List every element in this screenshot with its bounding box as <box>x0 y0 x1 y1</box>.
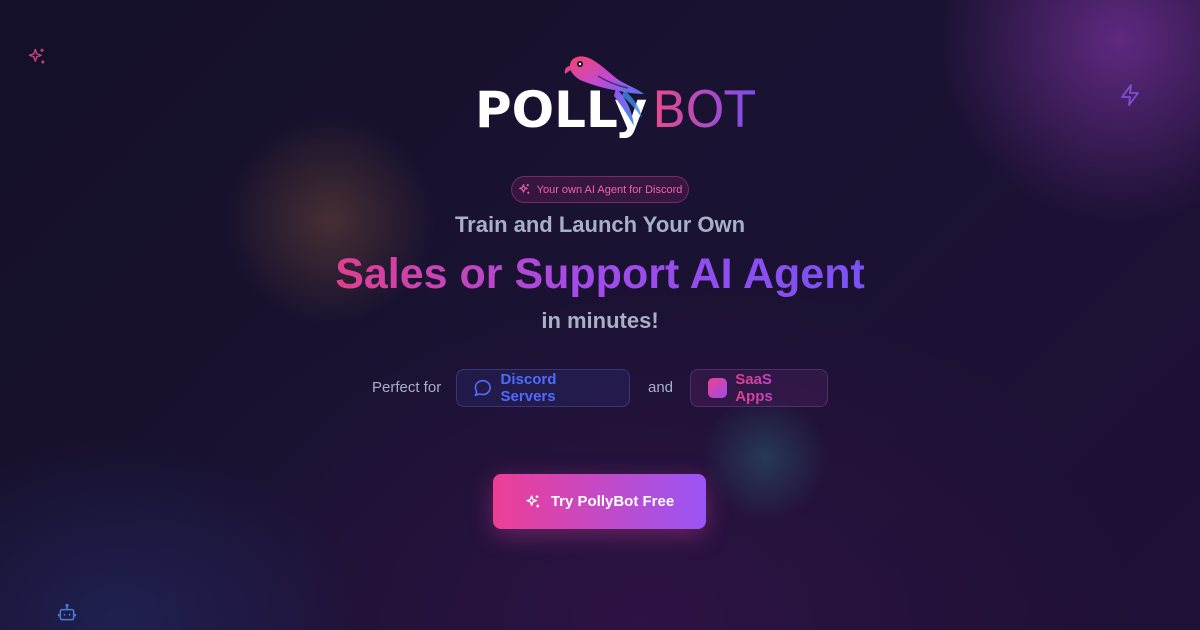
bot-icon <box>57 603 77 621</box>
sparkles-icon <box>518 184 529 194</box>
headline-main: Sales or Support AI Agent <box>0 246 1200 302</box>
saas-apps-chip[interactable]: SaaS Apps <box>690 369 828 407</box>
lightning-icon <box>1121 84 1139 106</box>
tagline-badge-text: Your own AI Agent for Discord <box>536 183 683 196</box>
saas-apps-label: SaaS Apps <box>735 371 810 405</box>
try-pollybot-free-button[interactable]: Try PollyBot Free <box>493 474 706 529</box>
perfect-for-label: Perfect for <box>372 379 442 396</box>
app-square-icon <box>708 378 728 398</box>
sparkles-icon <box>526 494 539 507</box>
logo-wordmark-bot: BOT <box>652 81 756 139</box>
tagline-badge: Your own AI Agent for Discord <box>511 176 689 203</box>
and-connector: and <box>648 379 674 396</box>
discord-servers-chip[interactable]: Discord Servers <box>456 369 630 407</box>
pollybot-logo[interactable]: POLLy BOT <box>472 52 756 148</box>
headline-line-2: Sales or Support AI Agent <box>335 250 865 298</box>
parrot-icon <box>564 56 644 126</box>
cta-label: Try PollyBot Free <box>550 493 675 510</box>
chat-bubble-icon <box>474 379 491 397</box>
headline-line-3: in minutes! <box>541 308 659 333</box>
sparkles-icon <box>28 48 45 64</box>
headline-line-1: Train and Launch Your Own <box>454 212 746 237</box>
discord-servers-label: Discord Servers <box>500 371 557 405</box>
